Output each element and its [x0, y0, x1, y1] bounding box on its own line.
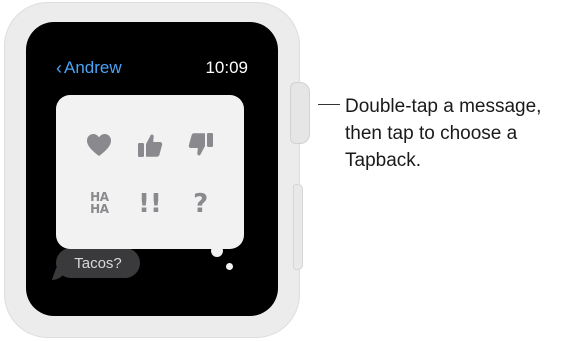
time: 10:09 [205, 58, 248, 77]
back-label: Andrew [64, 58, 122, 77]
tapback-heart[interactable] [79, 125, 119, 165]
tapback-thumbs-down[interactable] [181, 125, 221, 165]
callout-text: Double-tap a message, then tap to choose… [345, 96, 542, 171]
question-icon: ? [193, 188, 209, 219]
callout-leader-line [318, 104, 340, 106]
exclamation-icon: !! [138, 188, 162, 219]
side-button[interactable] [293, 184, 303, 270]
message-bubble[interactable]: Tacos? [56, 248, 140, 278]
watch-screen: ‹ Andrew 10:09 Tacos? HA HA !! ? [26, 22, 278, 316]
tapback-haha[interactable]: HA HA [79, 184, 119, 224]
chevron-left-icon: ‹ [56, 58, 62, 78]
message-text: Tacos? [74, 254, 122, 272]
tapback-tail-small [226, 263, 233, 270]
heart-icon [87, 133, 112, 156]
tapback-question[interactable]: ? [181, 184, 221, 224]
thumbs-up-icon [137, 134, 163, 157]
haha-icon: HA HA [90, 191, 109, 216]
tapback-exclamation[interactable]: !! [130, 184, 170, 224]
tapback-thumbs-up[interactable] [130, 125, 170, 165]
illustration: ‹ Andrew 10:09 Tacos? HA HA !! ? Double-… [0, 0, 584, 341]
tapback-panel: HA HA !! ? [56, 95, 244, 249]
back-button[interactable]: ‹ Andrew [56, 58, 122, 78]
thumbs-down-icon [188, 132, 213, 155]
haha-line-2: HA [90, 201, 109, 216]
digital-crown[interactable] [290, 82, 310, 144]
status-bar: ‹ Andrew 10:09 [56, 58, 248, 80]
tapback-grid: HA HA !! ? [74, 115, 226, 233]
